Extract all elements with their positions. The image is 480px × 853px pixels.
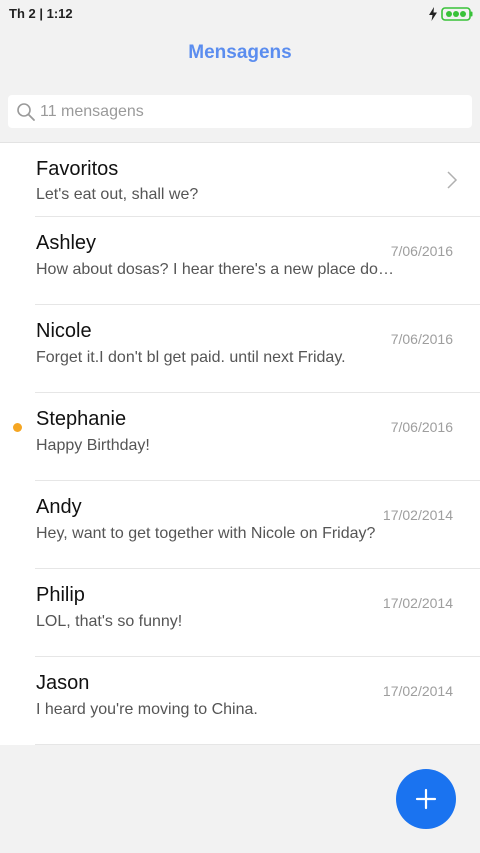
search-bar[interactable]: 11 mensagens xyxy=(8,95,472,128)
search-icon xyxy=(17,102,35,121)
conversation-row[interactable]: Andy 17/02/2014 Hey, want to get togethe… xyxy=(35,481,480,569)
conversation-preview: Happy Birthday! xyxy=(36,437,150,454)
status-time: Th 2 | 1:12 xyxy=(9,6,73,21)
status-bar: Th 2 | 1:12 xyxy=(0,0,480,28)
conversation-date: 17/02/2014 xyxy=(382,507,453,523)
search-placeholder: 11 mensagens xyxy=(40,102,144,120)
conversation-preview: LOL, that's so funny! xyxy=(36,613,183,630)
conversation-row[interactable]: Ashley 7/06/2016 How about dosas? I hear… xyxy=(35,217,480,305)
conversation-row[interactable]: Nicole 7/06/2016 Forget it.I don't bl ge… xyxy=(35,305,480,393)
conversation-date: 17/02/2014 xyxy=(382,683,453,699)
conversation-preview: Let's eat out, shall we? xyxy=(36,186,199,203)
conversation-name: Jason xyxy=(36,672,90,694)
plus-icon xyxy=(415,788,437,810)
chevron-right-icon xyxy=(447,171,458,189)
conversation-name: Andy xyxy=(36,496,82,518)
conversation-row[interactable]: Philip 17/02/2014 LOL, that's so funny! xyxy=(35,569,480,657)
status-icons xyxy=(428,5,473,23)
conversation-preview: Forget it.I don't bl get paid. until nex… xyxy=(36,349,346,366)
conversation-date: 7/06/2016 xyxy=(390,331,453,347)
conversation-row[interactable]: Stephanie 7/06/2016 Happy Birthday! xyxy=(13,393,480,481)
page-title: Mensagens xyxy=(188,42,292,63)
conversation-name: Stephanie xyxy=(36,408,127,430)
conversation-row[interactable]: Jason 17/02/2014 I heard you're moving t… xyxy=(35,657,480,745)
conversation-preview: How about dosas? I hear there's a new pl… xyxy=(36,261,394,278)
favorites-row[interactable]: Favoritos Let's eat out, shall we? xyxy=(35,143,480,217)
conversation-name: Ashley xyxy=(36,232,97,254)
new-message-button[interactable] xyxy=(396,769,456,829)
bolt-icon xyxy=(429,7,437,21)
conversation-name: Philip xyxy=(36,584,85,606)
conversation-name: Favoritos xyxy=(36,158,119,180)
unread-indicator xyxy=(13,423,22,432)
conversation-date: 17/02/2014 xyxy=(382,595,453,611)
conversation-list: Favoritos Let's eat out, shall we? Ashle… xyxy=(0,142,480,745)
battery-icon xyxy=(441,7,473,21)
conversation-date: 7/06/2016 xyxy=(390,419,453,435)
conversation-name: Nicole xyxy=(36,320,92,342)
conversation-date: 7/06/2016 xyxy=(390,243,453,259)
conversation-preview: Hey, want to get together with Nicole on… xyxy=(36,525,376,542)
conversation-preview: I heard you're moving to China. xyxy=(36,701,258,718)
